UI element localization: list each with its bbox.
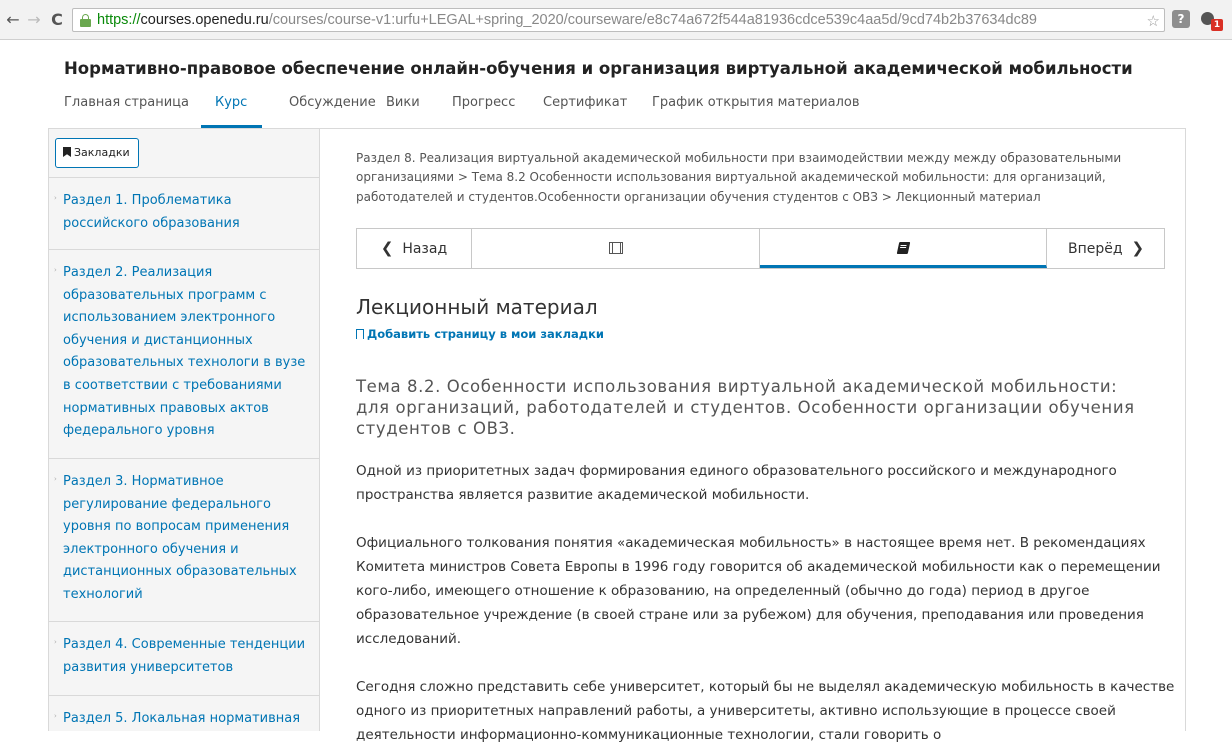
sidebar-section-label[interactable]: Раздел 4. Современные тенденции развития… bbox=[63, 634, 307, 679]
sidebar-section-label[interactable]: Раздел 2. Реализация образовательных про… bbox=[63, 262, 307, 443]
help-extension-icon[interactable]: ? bbox=[1172, 10, 1190, 28]
caret-icon: › bbox=[54, 266, 57, 274]
caret-icon: › bbox=[54, 712, 57, 720]
sidebar-section-2[interactable]: › Раздел 2. Реализация образовательных п… bbox=[49, 249, 319, 458]
tab-course[interactable]: Курс bbox=[215, 95, 247, 111]
film-icon bbox=[609, 242, 623, 254]
lock-icon bbox=[80, 14, 91, 27]
tab-home[interactable]: Главная страница bbox=[64, 95, 189, 111]
breadcrumb: Раздел 8. Реализация виртуальной академи… bbox=[356, 151, 1122, 204]
bookmark-icon bbox=[63, 147, 71, 157]
paragraph: Одной из приоритетных задач формирования… bbox=[356, 463, 1117, 503]
add-bookmark-label: Добавить страницу в мои закладки bbox=[367, 327, 604, 341]
forward-button[interactable]: → bbox=[25, 10, 43, 30]
back-button[interactable]: ← bbox=[4, 10, 22, 30]
reload-button[interactable]: C bbox=[48, 10, 66, 30]
unit-title: Лекционный материал bbox=[356, 295, 598, 319]
sidebar-section-4[interactable]: › Раздел 4. Современные тенденции развит… bbox=[49, 621, 319, 695]
address-bar[interactable]: https://courses.openedu.ru/courses/cours… bbox=[72, 8, 1165, 32]
next-button[interactable]: Вперёд ❯ bbox=[1047, 229, 1165, 268]
sidebar-section-label[interactable]: Раздел 1. Проблематика российского образ… bbox=[63, 190, 307, 235]
bookmark-star-icon[interactable]: ☆ bbox=[1144, 11, 1160, 31]
next-label: Вперёд bbox=[1067, 241, 1123, 257]
sidebar-section-3[interactable]: › Раздел 3. Нормативное регулирование фе… bbox=[49, 458, 319, 621]
sequence-tab-video[interactable] bbox=[473, 229, 760, 268]
extension-badge: 1 bbox=[1211, 19, 1223, 31]
url-scheme: https:// bbox=[97, 12, 141, 28]
chevron-right-icon: ❯ bbox=[1131, 239, 1145, 257]
previous-button[interactable]: ❮ Назад bbox=[357, 229, 472, 268]
sequence-navigation: ❮ Назад Вперёд ❯ bbox=[356, 228, 1165, 269]
previous-label: Назад bbox=[402, 241, 448, 257]
sidebar-section-label[interactable]: Раздел 3. Нормативное регулирование феде… bbox=[63, 471, 307, 607]
sidebar-section-1[interactable]: › Раздел 1. Проблематика российского обр… bbox=[49, 177, 319, 249]
bookmarks-button[interactable]: Закладки bbox=[55, 138, 139, 168]
sidebar-section-label[interactable]: Раздел 5. Локальная нормативная bbox=[63, 708, 307, 731]
browser-toolbar: ← → C https://courses.openedu.ru/courses… bbox=[0, 0, 1232, 40]
bookmark-outline-icon bbox=[356, 329, 364, 339]
sidebar-section-5[interactable]: › Раздел 5. Локальная нормативная bbox=[49, 695, 319, 731]
paragraph: Официального толкования понятия «академи… bbox=[356, 535, 1161, 647]
url-path: /courses/course-v1:urfu+LEGAL+spring_202… bbox=[268, 12, 1037, 28]
user-extension-icon[interactable]: 1 bbox=[1200, 10, 1224, 32]
caret-icon: › bbox=[54, 475, 57, 483]
tab-schedule[interactable]: График открытия материалов bbox=[652, 95, 860, 111]
topic-heading: Тема 8.2. Особенности использования вирт… bbox=[356, 377, 1135, 438]
book-icon bbox=[896, 242, 910, 254]
add-bookmark-link[interactable]: Добавить страницу в мои закладки bbox=[356, 327, 604, 341]
tab-certificate[interactable]: Сертификат bbox=[543, 95, 627, 111]
paragraph: Сегодня сложно представить себе универси… bbox=[356, 679, 1175, 743]
caret-icon: › bbox=[54, 638, 57, 646]
course-outline-sidebar: Закладки › Раздел 1. Проблематика россий… bbox=[48, 128, 320, 731]
course-title: Нормативно-правовое обеспечение онлайн-о… bbox=[64, 59, 1133, 78]
sequence-tab-text[interactable] bbox=[760, 229, 1047, 268]
tab-progress[interactable]: Прогресс bbox=[452, 95, 515, 111]
tab-discussion[interactable]: Обсуждение bbox=[289, 95, 376, 111]
url-host: courses.openedu.ru bbox=[140, 12, 269, 28]
caret-icon: › bbox=[54, 194, 57, 202]
tab-wiki[interactable]: Вики bbox=[386, 95, 420, 111]
chevron-left-icon: ❮ bbox=[380, 239, 394, 257]
bookmarks-label: Закладки bbox=[74, 146, 130, 159]
